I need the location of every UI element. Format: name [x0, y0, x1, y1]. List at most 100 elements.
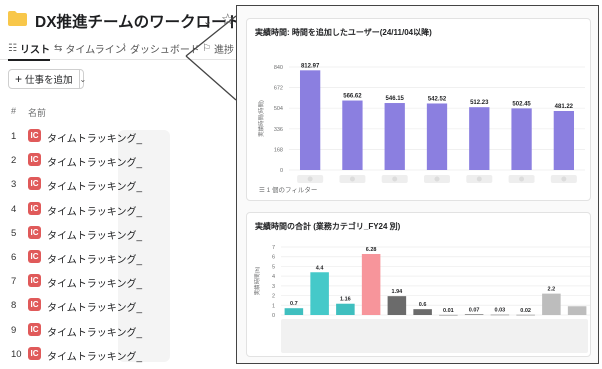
y-tick-label: 672	[274, 86, 283, 92]
avatar-placeholder	[392, 176, 398, 182]
task-badge-icon: IC	[28, 250, 41, 263]
data-label: 4.4	[316, 265, 325, 271]
task-name[interactable]: タイムトラッキング_	[47, 275, 142, 290]
bar	[384, 103, 405, 170]
tab-label: タイムライン	[65, 45, 125, 56]
avatar-placeholder	[561, 176, 567, 182]
chart-card-users[interactable]: 実績時間: 時間を追加したユーザー(24/11/04以降) 0 168 336 504…	[246, 18, 591, 201]
timeline-icon: ⇆	[54, 43, 63, 54]
y-tick-label: 2	[272, 294, 275, 300]
bar	[284, 308, 304, 315]
bar	[299, 70, 321, 170]
filter-label: 1 個のフィルター	[266, 187, 318, 194]
tab-progress[interactable]: ⚐ 進捗	[202, 41, 234, 56]
row-number: 2	[11, 155, 17, 167]
task-badge-icon: IC	[28, 346, 41, 360]
list-item[interactable]: 9 IC タイムトラッキング_	[0, 319, 236, 343]
y-tick-label: 6	[272, 255, 275, 261]
row-number: 9	[11, 324, 17, 336]
task-name[interactable]: タイムトラッキング_	[47, 299, 142, 314]
tab-timeline[interactable]: ⇆ タイムライン	[54, 41, 125, 56]
data-label: 1.16	[340, 297, 351, 303]
task-name[interactable]: タイムトラッキング_	[47, 203, 142, 218]
dashboard-icon: ⌇	[122, 43, 127, 54]
avatar-placeholder	[434, 176, 440, 182]
bar	[426, 103, 448, 170]
y-axis-label: 実績時間(h)	[253, 266, 261, 295]
y-tick-label: 5	[272, 264, 275, 270]
y-tick-label: 4	[272, 274, 275, 280]
column-header-number: #	[11, 106, 17, 116]
task-badge-icon: IC	[28, 129, 41, 142]
row-number: 7	[11, 276, 17, 288]
task-name[interactable]: タイムトラッキング_	[47, 227, 142, 242]
folder-icon	[8, 11, 27, 26]
data-label: 0.03	[495, 308, 506, 314]
task-name[interactable]: タイムトラッキング_	[47, 178, 142, 193]
bar	[469, 107, 490, 170]
list-item[interactable]: 3 IC タイムトラッキング_	[0, 173, 236, 197]
y-tick-label: 504	[274, 106, 283, 112]
bar	[567, 306, 587, 315]
list-item[interactable]: 1 IC タイムトラッキング_	[0, 125, 236, 149]
star-icon[interactable]: ☆	[221, 10, 234, 28]
data-label: 512.23	[470, 100, 489, 106]
data-label: 0.01	[443, 308, 454, 314]
row-number: 1	[11, 131, 17, 142]
bar	[361, 253, 381, 315]
avatar-placeholder	[307, 176, 313, 182]
avatar-placeholder	[349, 176, 355, 182]
task-name[interactable]: タイムトラッキング_	[47, 251, 142, 266]
tab-label: 進捗	[213, 45, 234, 56]
task-name[interactable]: タイムトラッキング_	[47, 130, 142, 145]
list-item[interactable]: 5 IC タイムトラッキング_	[0, 222, 236, 246]
bar	[516, 314, 535, 316]
avatar-placeholder	[519, 176, 525, 182]
task-name[interactable]: タイムトラッキング_	[47, 348, 142, 363]
data-label: 6.28	[366, 247, 377, 253]
filter-indicator[interactable]: ☰ 1 個のフィルター	[259, 184, 317, 194]
data-label: 481.22	[555, 104, 574, 110]
column-header-name[interactable]: 名前	[28, 106, 46, 119]
task-badge-icon: IC	[28, 177, 41, 191]
list-item[interactable]: 7 IC タイムトラッキング_	[0, 270, 236, 294]
data-label: 542.52	[428, 96, 447, 102]
data-label: 0.6	[419, 302, 427, 308]
y-tick-label: 168	[274, 147, 283, 153]
list-item[interactable]: 8 IC タイムトラッキング_	[0, 294, 236, 318]
data-label: 546.15	[386, 96, 405, 102]
bar	[490, 314, 510, 316]
task-badge-icon: IC	[28, 298, 41, 312]
tab-list[interactable]: ☷ リスト	[8, 41, 50, 61]
bar	[511, 108, 532, 170]
data-label: 0.02	[520, 308, 531, 314]
y-tick-label: 0	[280, 168, 283, 174]
add-task-button[interactable]: + 仕事を追加	[9, 70, 80, 88]
task-name[interactable]: タイムトラッキング_	[47, 324, 142, 339]
row-number: 8	[11, 300, 17, 312]
data-label: 0.7	[290, 301, 298, 307]
chevron-down-icon[interactable]: ⌄	[80, 75, 87, 84]
bar	[387, 296, 407, 315]
plus-icon: +	[15, 72, 23, 86]
tab-dashboard[interactable]: ⌇ ダッシュボード	[122, 41, 200, 56]
list-item[interactable]: 2 IC タイムトラッキング_	[0, 149, 236, 173]
add-task-button-group: + 仕事を追加 ⌄	[8, 69, 87, 89]
task-name[interactable]: タイムトラッキング_	[47, 154, 142, 169]
chevron-down-icon[interactable]: ⌄	[203, 15, 212, 28]
list-item[interactable]: 6 IC タイムトラッキング_	[0, 246, 236, 270]
task-badge-icon: IC	[28, 274, 41, 288]
chart-card-categories[interactable]: 実績時間の合計 (業務カテゴリ_FY24 別) 0 1 2 3 4 5 6 7 実績時間(h) 0…	[246, 212, 591, 357]
avatar-placeholder	[476, 176, 482, 182]
flag-icon: ⚐	[202, 43, 211, 54]
list-item[interactable]: 4 IC タイムトラッキング_	[0, 198, 236, 222]
row-number: 5	[11, 227, 17, 239]
task-badge-icon: IC	[28, 322, 41, 336]
y-tick-label: 0	[272, 313, 275, 319]
redacted-x-labels	[281, 319, 588, 353]
list-item[interactable]: 10 IC タイムトラッキング_	[0, 343, 236, 367]
y-tick-label: 336	[274, 127, 283, 133]
bar-chart-users: 0 168 336 504 672 840 実績時間(時間) 812.97 566.62 546.…	[257, 63, 585, 183]
bar	[464, 314, 484, 315]
tab-label: リスト	[19, 45, 50, 56]
